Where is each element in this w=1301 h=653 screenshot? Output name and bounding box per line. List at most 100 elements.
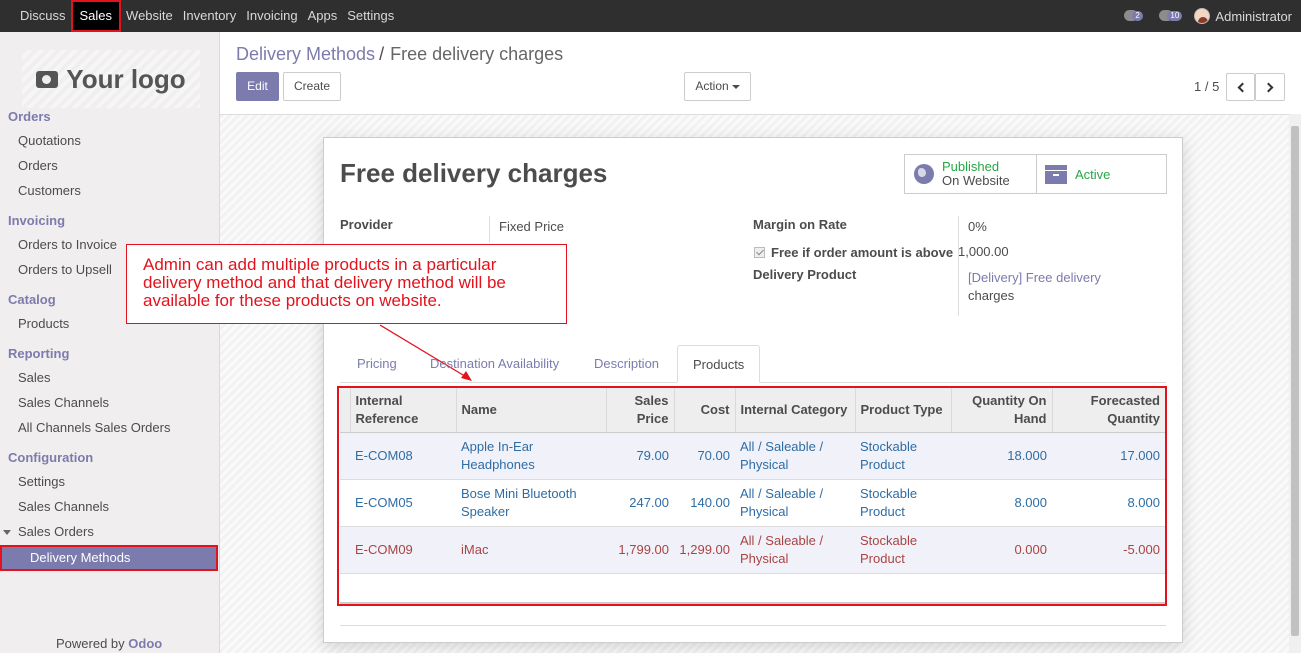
sidebar-item-orders[interactable]: Orders — [18, 158, 58, 173]
provider-label: Provider — [340, 217, 393, 232]
annotation-line-2: delivery method and that delivery method… — [143, 273, 506, 292]
sidebar-item-config-sales-channels[interactable]: Sales Channels — [18, 499, 109, 514]
provider-field: Fixed Price — [499, 219, 565, 234]
caret-down-icon — [731, 84, 740, 89]
user-name: Administrator — [1215, 8, 1292, 24]
user-menu[interactable]: Administrator — [1194, 8, 1292, 24]
menu-website[interactable]: Website — [121, 0, 178, 32]
cell-name: Bose Mini Bluetooth Speaker — [456, 479, 606, 527]
menu-discuss[interactable]: Discuss — [15, 0, 71, 32]
menu-inventory[interactable]: Inventory — [178, 0, 241, 32]
header-internal-reference[interactable]: Internal Reference — [350, 388, 457, 433]
powered-by: Powered by Odoo — [56, 636, 162, 651]
header-name[interactable]: Name — [456, 388, 607, 433]
free-over-amount: 1,000.00 — [958, 244, 1009, 259]
breadcrumb-current: Free delivery charges — [390, 44, 564, 64]
cell-name: iMac — [456, 526, 606, 574]
menu-invoicing[interactable]: Invoicing — [241, 0, 302, 32]
cell-qoh: 8.000 — [951, 479, 1052, 527]
table-row[interactable]: E-COM09 iMac 1,799.00 1,299.00 All / Sal… — [340, 526, 1165, 574]
cell-ref: E-COM05 — [350, 479, 456, 527]
sidebar-item-all-channels-sales-orders[interactable]: All Channels Sales Orders — [18, 420, 170, 435]
sidebar-item-settings[interactable]: Settings — [18, 474, 65, 489]
sidebar-section-catalog[interactable]: Catalog — [8, 292, 56, 307]
cell-forecast: -5.000 — [1052, 526, 1165, 574]
active-toggle-button[interactable]: Active — [1037, 155, 1166, 193]
cell-category: All / Saleable / Physical — [735, 432, 855, 480]
sidebar-item-customers[interactable]: Customers — [18, 183, 81, 198]
company-logo[interactable]: Your logo — [22, 50, 200, 108]
free-over-checkbox[interactable] — [754, 247, 765, 258]
cell-qoh: 18.000 — [951, 432, 1052, 480]
app-menu: Discuss Sales Website Inventory Invoicin… — [15, 0, 399, 32]
activity-count: 10 — [1167, 11, 1183, 21]
pager-previous-button[interactable] — [1226, 73, 1255, 101]
sidebar-section-orders[interactable]: Orders — [8, 109, 51, 124]
sidebar-item-quotations[interactable]: Quotations — [18, 133, 81, 148]
on-website-label: On Website — [942, 173, 1010, 188]
header-forecasted-quantity[interactable]: Forecasted Quantity — [1052, 388, 1165, 433]
field-divider — [958, 216, 959, 316]
menu-apps[interactable]: Apps — [303, 0, 343, 32]
button-box: Published On Website Active — [904, 154, 1167, 194]
header-internal-category[interactable]: Internal Category — [735, 388, 856, 433]
sidebar-section-configuration[interactable]: Configuration — [8, 450, 93, 465]
action-dropdown[interactable]: Action — [684, 72, 751, 101]
messages-icon[interactable]: 2 — [1124, 8, 1150, 24]
camera-icon — [36, 70, 59, 88]
delivery-product-field[interactable]: [Delivery] Free delivery charges — [968, 269, 1101, 305]
sidebar-item-sales-channels[interactable]: Sales Channels — [18, 395, 109, 410]
menu-sales[interactable]: Sales — [70, 0, 122, 32]
annotation-callout: Admin can add multiple products in a par… — [126, 244, 567, 324]
delivery-product-link[interactable]: [Delivery] Free delivery — [968, 269, 1101, 287]
pager-value[interactable]: 1 / 5 — [1194, 79, 1219, 94]
sidebar-item-orders-to-upsell[interactable]: Orders to Upsell — [18, 262, 112, 277]
header-cost[interactable]: Cost — [674, 388, 736, 433]
chevron-left-icon — [1237, 82, 1247, 93]
breadcrumb-parent[interactable]: Delivery Methods — [236, 44, 375, 64]
tab-pricing[interactable]: Pricing — [342, 345, 412, 383]
menu-settings[interactable]: Settings — [342, 0, 399, 32]
table-row[interactable]: E-COM05 Bose Mini Bluetooth Speaker 247.0… — [340, 479, 1165, 527]
table-footer-row — [340, 573, 1165, 604]
record-title: Free delivery charges — [340, 158, 608, 188]
active-label: Active — [1075, 166, 1111, 182]
table-row[interactable]: E-COM08 Apple In-Ear Headphones 79.00 70.… — [340, 432, 1165, 480]
vertical-scrollbar[interactable] — [1289, 114, 1301, 653]
sidebar-section-invoicing[interactable]: Invoicing — [8, 213, 65, 228]
header-sales-price[interactable]: Sales Price — [606, 388, 675, 433]
create-button[interactable]: Create — [283, 72, 341, 101]
edit-button[interactable]: Edit — [236, 72, 279, 101]
sidebar-item-orders-to-invoice[interactable]: Orders to Invoice — [18, 237, 117, 252]
sidebar-item-sales-orders[interactable]: Sales Orders — [18, 524, 94, 539]
cell-type: Stockable Product — [855, 479, 951, 527]
pager-next-button[interactable] — [1255, 73, 1285, 101]
cell-type: Stockable Product — [855, 432, 951, 480]
sheet-separator — [340, 625, 1166, 626]
powered-brand-link[interactable]: Odoo — [128, 636, 162, 651]
logo-text: Your logo — [66, 63, 186, 94]
action-label: Action — [695, 79, 729, 93]
systray: 2 10 Administrator — [1124, 0, 1292, 32]
cell-price: 79.00 — [606, 432, 674, 480]
cell-type: Stockable Product — [855, 526, 951, 574]
tab-products[interactable]: Products — [677, 345, 761, 383]
sidebar-section-reporting[interactable]: Reporting — [8, 346, 69, 361]
cell-cost: 1,299.00 — [674, 526, 735, 574]
avatar — [1194, 8, 1211, 24]
website-publish-button[interactable]: Published On Website — [905, 155, 1037, 193]
sidebar-item-delivery-methods[interactable]: Delivery Methods — [0, 545, 218, 571]
margin-label: Margin on Rate — [753, 217, 847, 232]
scrollbar-thumb[interactable] — [1291, 126, 1299, 636]
breadcrumb: Delivery Methods / Free delivery charges — [236, 44, 563, 65]
tab-description[interactable]: Description — [579, 345, 674, 383]
chevron-right-icon — [1263, 82, 1274, 93]
sidebar-item-sales[interactable]: Sales — [18, 370, 51, 385]
sidebar-item-products[interactable]: Products — [18, 316, 69, 331]
header-quantity-on-hand[interactable]: Quantity On Hand — [951, 388, 1053, 433]
tab-destination-availability[interactable]: Destination Availability — [415, 345, 574, 383]
cell-cost: 70.00 — [674, 432, 735, 480]
header-product-type[interactable]: Product Type — [855, 388, 952, 433]
activity-icon[interactable]: 10 — [1159, 8, 1185, 24]
delivery-product-link-cont[interactable]: charges — [968, 287, 1101, 305]
